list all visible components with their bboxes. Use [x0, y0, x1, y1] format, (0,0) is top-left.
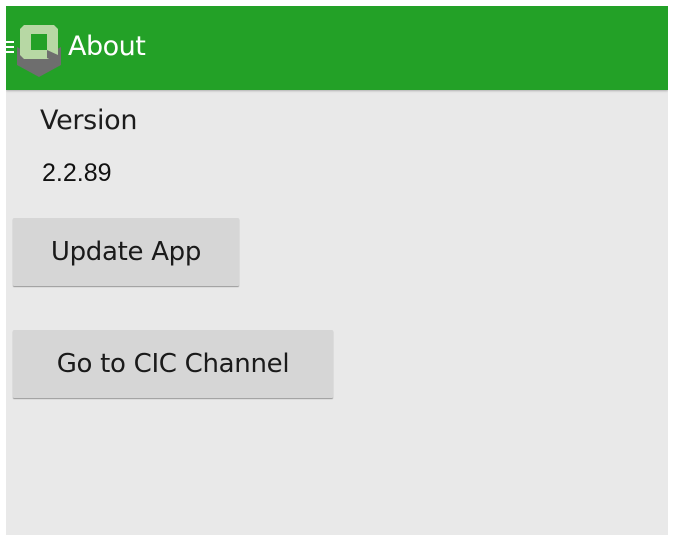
app-logo-icon[interactable]: [14, 19, 64, 77]
go-to-cic-channel-button[interactable]: Go to CIC Channel: [13, 330, 333, 398]
page-title: About: [68, 31, 146, 62]
update-app-button[interactable]: Update App: [13, 218, 239, 286]
action-bar: About: [6, 6, 668, 90]
app-screen: About Version 2.2.89 Update App Go to CI…: [6, 6, 668, 535]
hamburger-menu-icon[interactable]: [6, 41, 14, 55]
version-label: Version: [40, 105, 138, 136]
version-value: 2.2.89: [42, 159, 112, 187]
